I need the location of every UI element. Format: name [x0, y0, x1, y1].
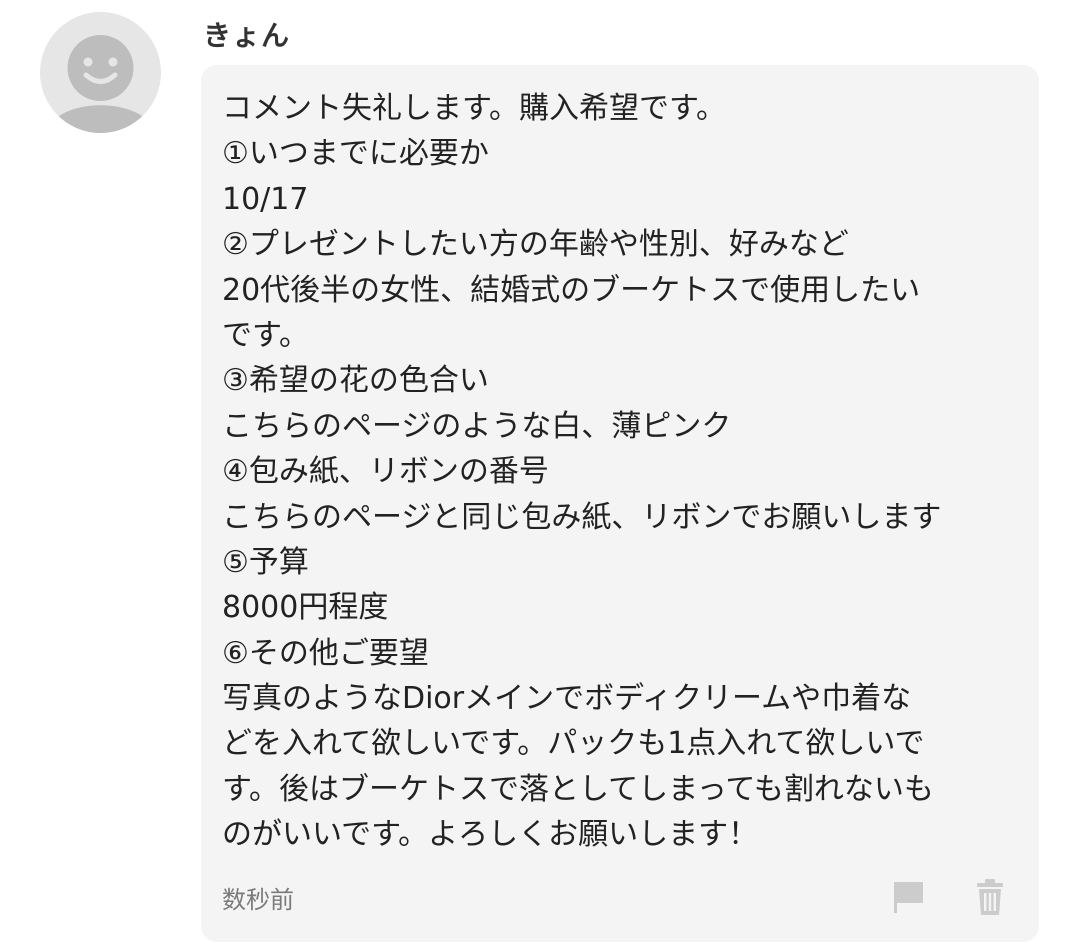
comment-body: コメント失礼します。購入希望です。 ①いつまでに必要か 10/17 ②プレゼント… [222, 86, 1032, 858]
delete-button[interactable] [970, 877, 1010, 917]
comment-line: こちらのページと同じ包み紙、リボンでお願いします [222, 499, 942, 535]
comment-line: どを入れて欲しいです。パックも1点入れて欲しいで [222, 726, 925, 762]
comment-line: す。後はブーケトスで落としてしまっても割れないも [222, 771, 934, 807]
comment-line: ①いつまでに必要か [222, 136, 489, 172]
flag-icon [894, 882, 923, 913]
comment-line: ⑥その他ご要望 [222, 635, 429, 671]
comment-bubble: コメント失礼します。購入希望です。 ①いつまでに必要か 10/17 ②プレゼント… [201, 65, 1039, 942]
report-button[interactable] [889, 877, 929, 917]
comment-line: ⑤予算 [222, 544, 309, 580]
comment-line: 写真のようなDiorメインでボディクリームや巾着な [222, 681, 912, 717]
comment-line: のがいいです。よろしくお願いします！ [222, 817, 759, 853]
comment-line: 20代後半の女性、結婚式のブーケトスで使用したい [222, 272, 921, 308]
default-user-avatar-icon [46, 35, 155, 133]
comment-username[interactable]: きょん [203, 14, 290, 54]
comment-line: 10/17 [222, 181, 309, 217]
comment-line: ④包み紙、リボンの番号 [222, 454, 549, 490]
avatar[interactable] [40, 12, 161, 133]
comment-line: ③希望の花の色合い [222, 363, 489, 399]
comment-line: です。 [222, 317, 309, 353]
comment-line: こちらのページのような白、薄ピンク [222, 408, 732, 444]
comment-timestamp: 数秒前 [222, 886, 294, 914]
comment-line: コメント失礼します。購入希望です。 [222, 91, 726, 126]
comment-line: ②プレゼントしたい方の年齢や性別、好みなど [222, 227, 849, 263]
trash-icon [977, 879, 1003, 915]
comment-line: 8000円程度 [222, 590, 389, 626]
